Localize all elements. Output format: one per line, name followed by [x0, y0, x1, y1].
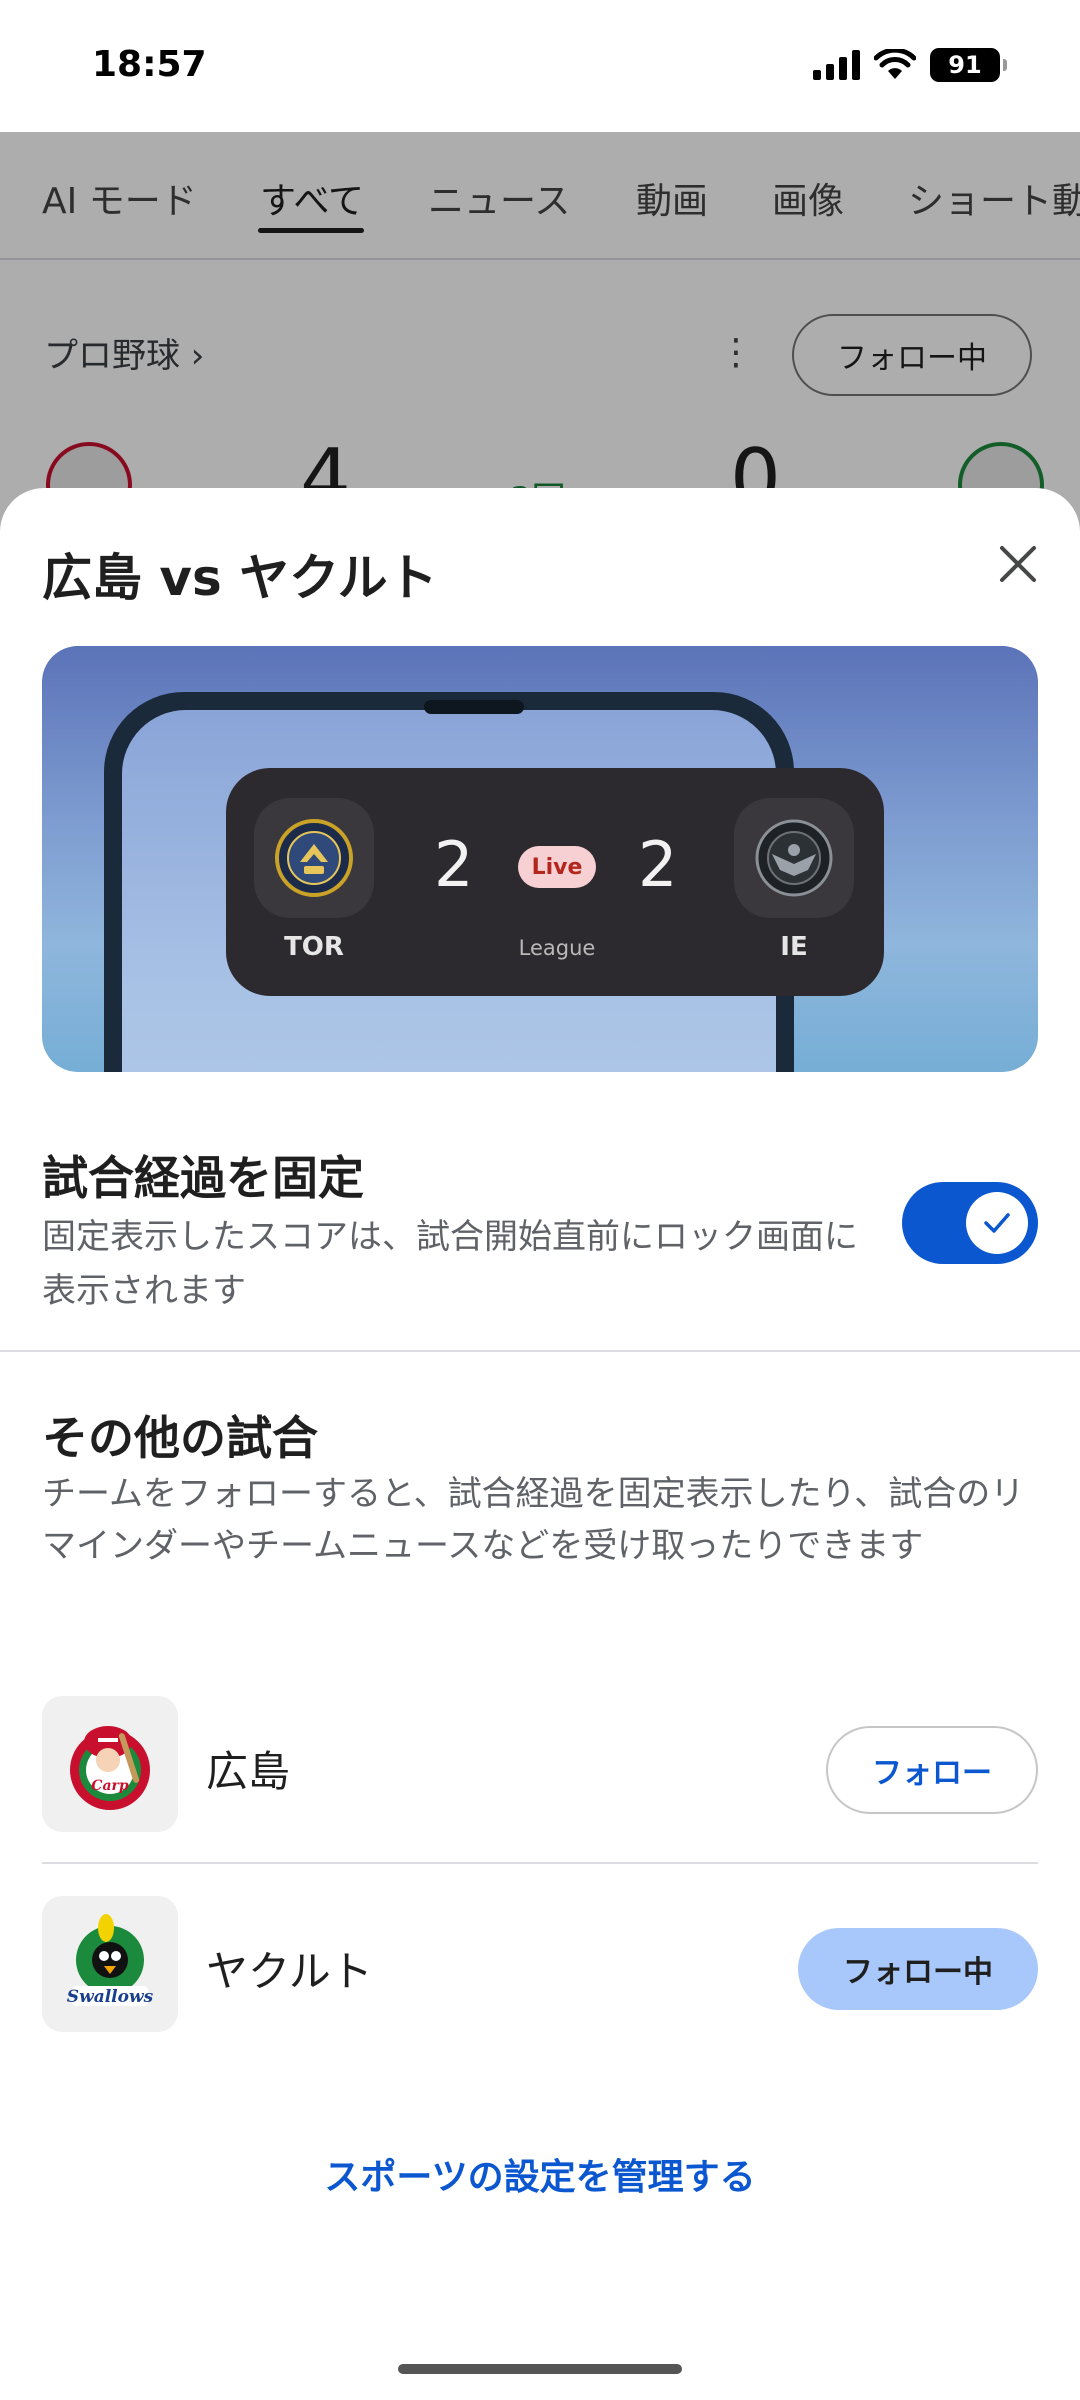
iron-eagles-logo-icon: [734, 798, 854, 918]
section-divider: [0, 1350, 1080, 1352]
pin-score-title: 試合経過を固定: [42, 1151, 364, 1205]
away-team-abbr: IE: [780, 932, 808, 962]
hiroshima-carp-logo-icon: Carp: [42, 1696, 178, 1832]
other-games-description: チームをフォローすると、試合経過を固定表示したり、試合のリマインダーやチームニュ…: [42, 1474, 1025, 1566]
pin-score-toggle[interactable]: [902, 1182, 1038, 1264]
live-score-widget: TOR 2 Live League 2 IE: [226, 768, 884, 996]
toggle-knob: [966, 1192, 1028, 1254]
status-time: 18:57: [92, 44, 207, 85]
team-row-yakult: Swallows ヤクルト フォロー中: [42, 1896, 1038, 2036]
live-badge: Live: [518, 846, 596, 888]
svg-text:Carp: Carp: [91, 1778, 129, 1794]
close-icon: [1000, 546, 1036, 582]
toros-logo-icon: [254, 798, 374, 918]
live-activity-preview: TOR 2 Live League 2 IE: [42, 646, 1038, 1072]
team-name-hiroshima: 広島: [206, 1747, 291, 1796]
close-button[interactable]: [982, 528, 1054, 600]
manage-sports-settings-link[interactable]: スポーツの設定を管理する: [0, 2148, 1080, 2200]
sheet-title: 広島 vs ヤクルト: [42, 549, 438, 607]
home-team-abbr: TOR: [284, 932, 344, 962]
home-indicator[interactable]: [398, 2364, 682, 2374]
wifi-icon: [874, 49, 916, 79]
cellular-signal-icon: [813, 50, 860, 80]
league-label: League: [518, 936, 596, 960]
team-row-divider: [42, 1862, 1038, 1864]
status-bar: 18:57 91: [0, 0, 1080, 132]
pin-score-description: 固定表示したスコアは、試合開始直前にロック画面に表示されます: [42, 1217, 858, 1311]
team-row-hiroshima: Carp 広島 フォロー: [42, 1696, 1038, 1836]
away-team-score: 2: [638, 828, 678, 901]
team-name-yakult: ヤクルト: [206, 1947, 373, 1996]
status-icons: 91: [813, 48, 1007, 82]
home-team-score: 2: [434, 828, 474, 901]
following-yakult-button[interactable]: フォロー中: [798, 1928, 1038, 2010]
checkmark-icon: [984, 1213, 1010, 1233]
svg-text:Swallows: Swallows: [67, 1987, 154, 2007]
follow-hiroshima-button[interactable]: フォロー: [826, 1726, 1038, 1814]
yakult-swallows-logo-icon: Swallows: [42, 1896, 178, 2032]
battery-icon: 91: [930, 48, 1007, 82]
other-games-title: その他の試合: [42, 1411, 318, 1465]
bottom-sheet: 広島 vs ヤクルト TOR 2 Live League 2 IE 試合経過を固…: [0, 488, 1080, 2400]
